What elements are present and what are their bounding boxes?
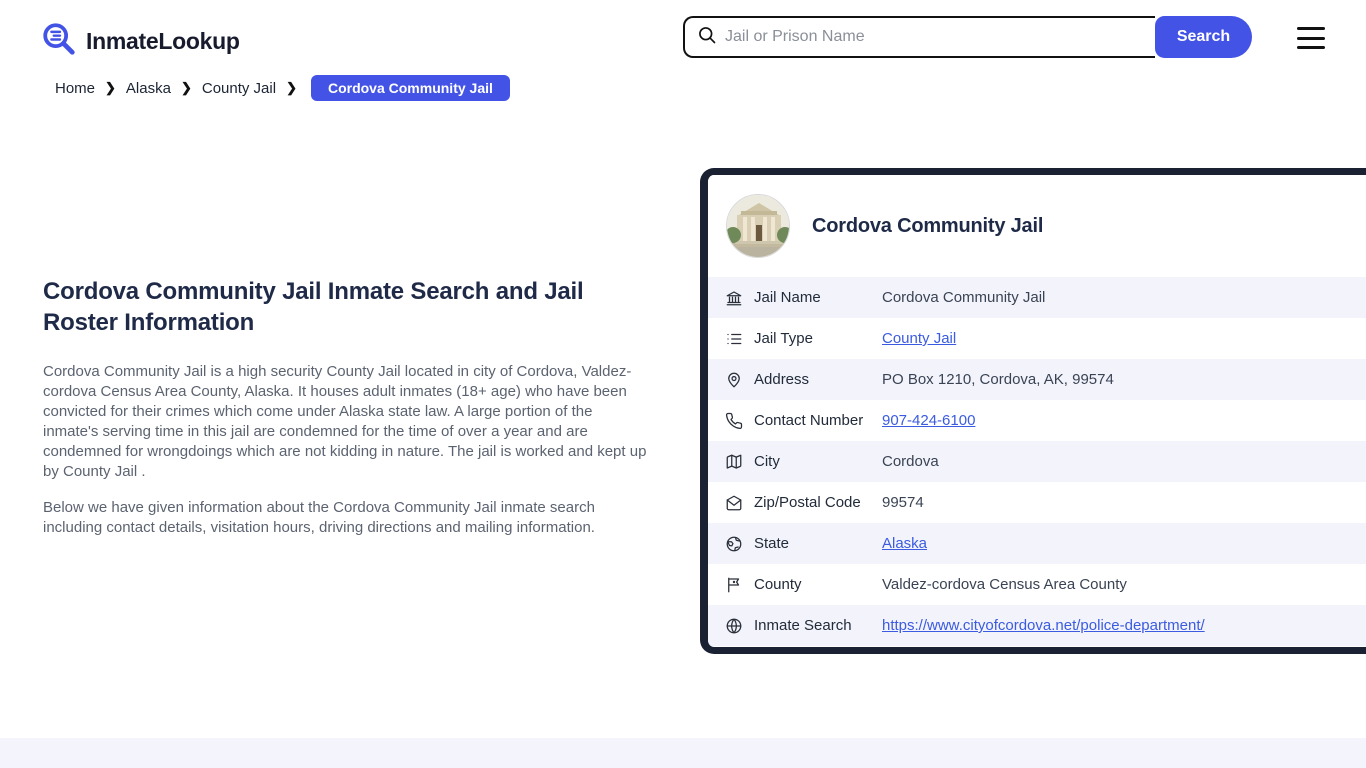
row-label: Contact Number xyxy=(754,412,864,429)
map-icon xyxy=(725,453,743,471)
flag-icon xyxy=(725,576,743,594)
row-label: Jail Name xyxy=(754,289,821,306)
footer-strip xyxy=(0,738,1366,768)
bank-icon xyxy=(725,289,743,307)
earth-icon xyxy=(725,535,743,553)
brand-name: InmateLookup xyxy=(86,28,240,54)
row-label: Address xyxy=(754,371,810,388)
table-row: Jail Name Cordova Community Jail xyxy=(708,277,1366,318)
jail-info-card: Cordova Community Jail Jail Name Cordova… xyxy=(700,168,1366,654)
row-value: Valdez-cordova Census Area County xyxy=(882,576,1127,593)
search-icon xyxy=(697,25,717,50)
row-label: Jail Type xyxy=(754,330,813,347)
breadcrumb-home[interactable]: Home xyxy=(55,80,95,97)
row-value-link[interactable]: 907-424-6100 xyxy=(882,412,975,429)
article: Cordova Community Jail Inmate Search and… xyxy=(43,276,651,554)
map-pin-icon xyxy=(725,371,743,389)
table-row: State Alaska xyxy=(708,523,1366,564)
table-row: Zip/Postal Code 99574 xyxy=(708,482,1366,523)
row-value: Cordova xyxy=(882,453,939,470)
jail-card-header: Cordova Community Jail xyxy=(708,175,1366,277)
chevron-right-icon: ❯ xyxy=(105,80,116,95)
jail-info-table: Jail Name Cordova Community Jail Jail Ty… xyxy=(708,277,1366,646)
row-value: County Jail xyxy=(882,330,956,347)
row-label: State xyxy=(754,535,790,552)
row-value: Cordova Community Jail xyxy=(882,289,1046,306)
search-bar: Search xyxy=(683,16,1252,58)
brand-logo[interactable]: InmateLookup xyxy=(40,20,240,63)
search-button[interactable]: Search xyxy=(1155,16,1252,58)
globe-icon xyxy=(725,617,743,635)
table-row: County Valdez-cordova Census Area County xyxy=(708,564,1366,605)
intro-paragraph: Cordova Community Jail is a high securit… xyxy=(43,363,647,480)
row-value-link[interactable]: https://www.cityofcordova.net/police-dep… xyxy=(882,617,1205,634)
table-row: Inmate Search https://www.cityofcordova.… xyxy=(708,605,1366,646)
mail-icon xyxy=(725,494,743,512)
chevron-right-icon: ❯ xyxy=(286,80,297,95)
menu-icon[interactable] xyxy=(1297,27,1325,49)
table-row: Jail Type County Jail xyxy=(708,318,1366,359)
phone-icon xyxy=(725,412,743,430)
breadcrumb: Home ❯ Alaska ❯ County Jail ❯ Cordova Co… xyxy=(55,75,510,101)
row-value: 99574 xyxy=(882,494,924,511)
row-value-link[interactable]: Alaska xyxy=(882,535,927,552)
breadcrumb-county-jail[interactable]: County Jail xyxy=(202,80,276,97)
chevron-right-icon: ❯ xyxy=(180,80,192,95)
row-value: Alaska xyxy=(882,535,927,552)
row-label: Zip/Postal Code xyxy=(754,494,861,511)
row-value: 907-424-6100 xyxy=(882,412,975,429)
row-value: https://www.cityofcordova.net/police-dep… xyxy=(882,617,1205,634)
magnifier-list-icon xyxy=(40,20,78,63)
page-title: Cordova Community Jail Inmate Search and… xyxy=(43,278,584,336)
row-label: City xyxy=(754,453,780,470)
jail-photo xyxy=(726,194,790,258)
row-value-link[interactable]: County Jail xyxy=(882,330,956,347)
list-icon xyxy=(725,330,743,348)
jail-card-title: Cordova Community Jail xyxy=(812,214,1044,237)
row-label: County xyxy=(754,576,802,593)
breadcrumb-current-badge: Cordova Community Jail xyxy=(310,75,510,101)
table-row: Address PO Box 1210, Cordova, AK, 99574 xyxy=(708,359,1366,400)
table-row: City Cordova xyxy=(708,441,1366,482)
table-row: Contact Number 907-424-6100 xyxy=(708,400,1366,441)
row-value: PO Box 1210, Cordova, AK, 99574 xyxy=(882,371,1114,388)
info-paragraph: Below we have given information about th… xyxy=(43,499,595,536)
breadcrumb-alaska[interactable]: Alaska xyxy=(126,80,171,97)
row-label: Inmate Search xyxy=(754,617,852,634)
search-input-box[interactable] xyxy=(683,16,1155,58)
search-input[interactable] xyxy=(725,28,1143,46)
